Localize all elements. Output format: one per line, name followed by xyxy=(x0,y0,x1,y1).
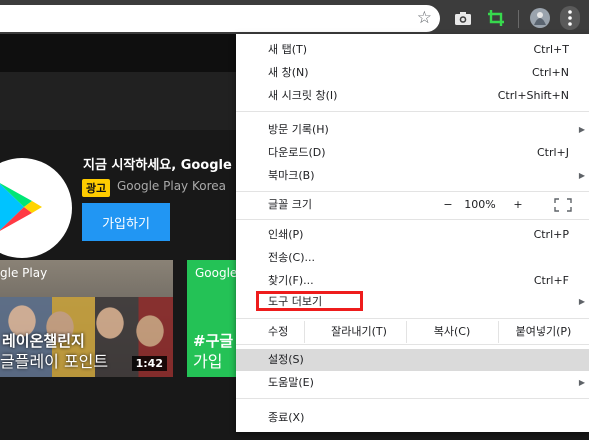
zoom-level: 100% xyxy=(464,198,496,211)
submenu-arrow-icon: ▶ xyxy=(578,297,585,306)
menu-item-downloads[interactable]: 다운로드(D) Ctrl+J xyxy=(236,142,589,164)
thumbnail-brand: gle Play xyxy=(0,266,48,280)
promo-title: 지금 시작하세요, Google xyxy=(83,158,232,173)
menu-separator xyxy=(236,111,589,112)
camera-icon[interactable] xyxy=(452,7,474,29)
menu-separator xyxy=(236,318,589,319)
menu-item-history[interactable]: 방문 기록(H) ▶ xyxy=(236,119,589,141)
menu-item-new-tab[interactable]: 새 탭(T) Ctrl+T xyxy=(236,39,589,61)
menu-separator xyxy=(236,398,589,399)
shortcut: Ctrl+F xyxy=(533,274,569,287)
thumbnail-subtitle: 글플레이 포인트 xyxy=(0,352,109,371)
fullscreen-icon[interactable] xyxy=(554,198,572,212)
submenu-arrow-icon: ▶ xyxy=(578,171,585,180)
menu-item-new-incognito[interactable]: 새 시크릿 창(I) Ctrl+Shift+N xyxy=(236,85,589,107)
shortcut: Ctrl+Shift+N xyxy=(497,89,569,102)
menu-item-print[interactable]: 인쇄(P) Ctrl+P xyxy=(236,224,589,246)
menu-separator xyxy=(236,191,589,192)
shortcut: Ctrl+P xyxy=(533,228,569,241)
shortcut: Ctrl+J xyxy=(536,146,569,159)
screen-capture-icon[interactable] xyxy=(485,7,507,29)
edit-divider xyxy=(304,321,305,343)
zoom-out-button[interactable]: − xyxy=(442,194,454,216)
submenu-arrow-icon: ▶ xyxy=(578,125,585,134)
thumbnail-subtitle: 가입 xyxy=(193,352,223,371)
menu-item-help[interactable]: 도움말(E) ▶ xyxy=(236,372,589,394)
ad-badge: 광고 xyxy=(82,179,111,197)
menu-item-find[interactable]: 찾기(F)... Ctrl+F xyxy=(236,270,589,292)
profile-avatar-icon[interactable] xyxy=(529,7,551,29)
signup-button[interactable]: 가입하기 xyxy=(82,203,170,241)
video-duration: 1:42 xyxy=(131,356,167,371)
menu-separator xyxy=(236,219,589,220)
kebab-menu-icon[interactable] xyxy=(560,6,580,30)
menu-item-settings[interactable]: 설정(S) xyxy=(236,349,589,371)
menu-item-bookmarks[interactable]: 북마크(B) ▶ xyxy=(236,165,589,187)
cut-button[interactable]: 잘라내기(T) xyxy=(312,321,406,343)
chrome-main-menu: 새 탭(T) Ctrl+T 새 창(N) Ctrl+N 새 시크릿 창(I) C… xyxy=(236,34,589,432)
thumbnail-brand: Google xyxy=(195,266,238,280)
menu-item-zoom: 글꼴 크기 − 100% + xyxy=(236,194,589,216)
star-icon[interactable]: ☆ xyxy=(417,8,432,28)
menu-separator xyxy=(236,344,589,345)
paste-button[interactable]: 붙여넣기(P) xyxy=(498,321,589,343)
shortcut: Ctrl+T xyxy=(533,43,569,56)
menu-item-edit: 수정 잘라내기(T) 복사(C) 붙여넣기(P) xyxy=(236,321,589,343)
toolbar-divider xyxy=(518,10,519,28)
shortcut: Ctrl+N xyxy=(531,66,569,79)
zoom-in-button[interactable]: + xyxy=(512,194,524,216)
submenu-arrow-icon: ▶ xyxy=(578,378,585,387)
address-bar[interactable]: ☆ xyxy=(0,5,440,32)
annotation-highlight-box xyxy=(256,291,363,311)
google-play-icon xyxy=(0,183,42,231)
copy-button[interactable]: 복사(C) xyxy=(406,321,498,343)
video-thumbnail[interactable]: gle Play 레이온챌린지 글플레이 포인트 1:42 xyxy=(0,260,173,377)
menu-item-cast[interactable]: 전송(C)... xyxy=(236,247,589,269)
edit-label: 수정 xyxy=(268,325,289,338)
menu-item-new-window[interactable]: 새 창(N) Ctrl+N xyxy=(236,62,589,84)
publisher-name[interactable]: Google Play Korea xyxy=(117,179,226,193)
browser-toolbar: ☆ xyxy=(0,0,589,34)
menu-item-exit[interactable]: 종료(X) xyxy=(236,407,589,429)
